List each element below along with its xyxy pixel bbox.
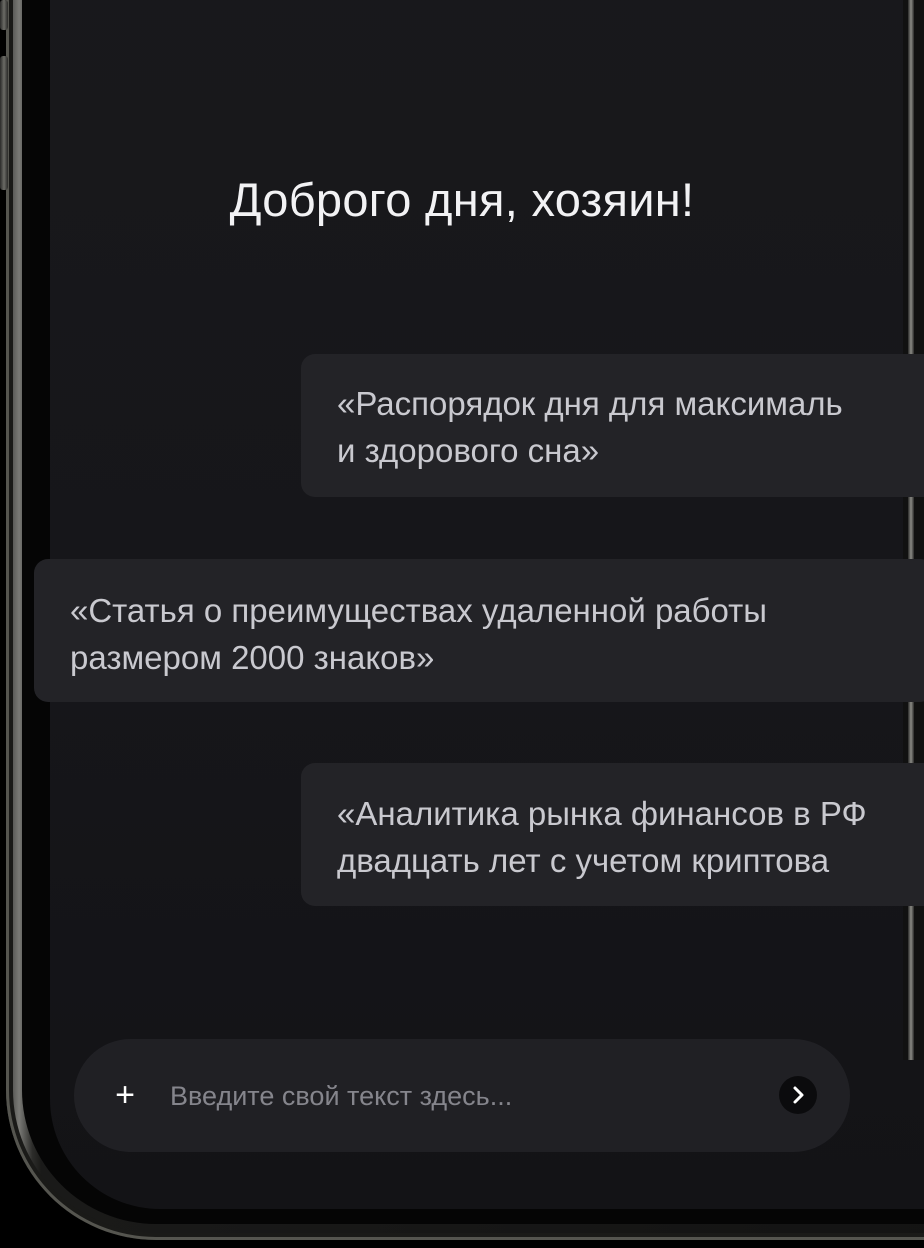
side-button	[0, 0, 8, 30]
plus-icon[interactable]: +	[112, 1074, 138, 1116]
message-input[interactable]	[168, 1069, 752, 1123]
suggestion-text: размером 2000 знаков»	[70, 639, 435, 676]
suggestion-card[interactable]: «Аналитика рынка финансов в РФ двадцать …	[301, 763, 924, 906]
suggestion-text: «Распорядок дня для максималь	[337, 385, 843, 422]
suggestion-text: двадцать лет с учетом криптова	[337, 842, 830, 879]
send-button[interactable]	[779, 1076, 817, 1114]
suggestion-card[interactable]: «Статья о преимуществах удаленной работы…	[34, 559, 924, 702]
message-composer: +	[74, 1039, 850, 1152]
suggestion-text: «Статья о преимуществах удаленной работы	[70, 592, 768, 629]
suggestion-text: «Аналитика рынка финансов в РФ	[337, 795, 867, 832]
suggestion-card[interactable]: «Распорядок дня для максималь и здоровог…	[301, 354, 924, 497]
chevron-right-icon	[793, 1086, 804, 1104]
suggestion-text: и здорового сна»	[337, 432, 600, 469]
greeting-title: Доброго дня, хозяин!	[229, 173, 695, 226]
phone-mockup: Доброго дня, хозяин! «Распорядок дня для…	[0, 0, 924, 1248]
side-button	[0, 56, 8, 190]
